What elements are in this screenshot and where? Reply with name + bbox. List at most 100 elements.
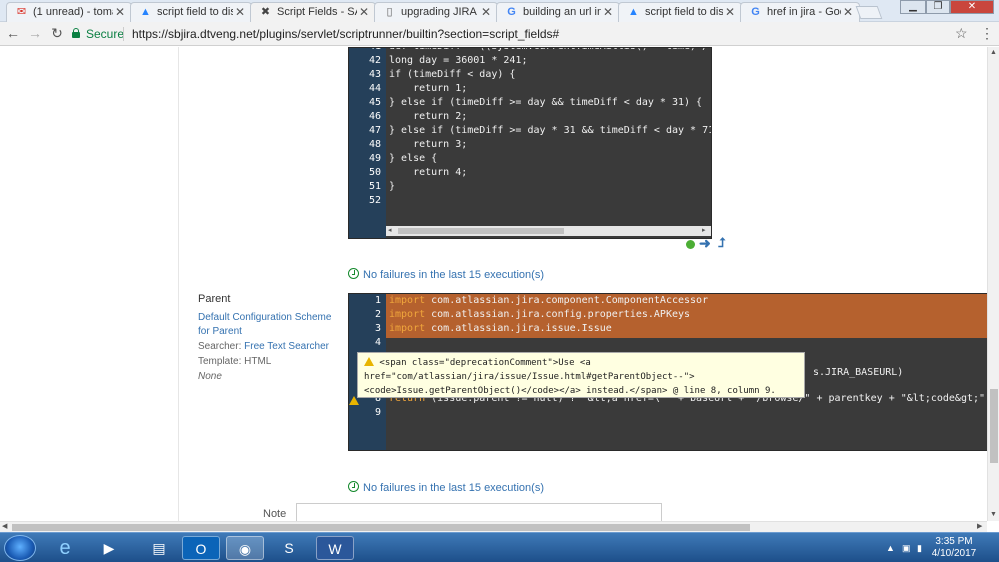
line-number: 9 <box>374 407 381 418</box>
code-keyword: import <box>389 309 426 320</box>
field-name: Parent <box>198 293 231 305</box>
bookmark-star-icon[interactable]: ☆ <box>955 25 968 42</box>
code-line: } else if (timeDiff >= day && timeDiff <… <box>389 97 703 108</box>
page-horizontal-scrollbar[interactable]: ◀ ▶ <box>0 521 987 532</box>
tray-arrow-icon[interactable]: ▲ <box>886 543 895 553</box>
page-vertical-scrollbar[interactable]: ▲ ▼ <box>987 47 999 521</box>
code-line: def timeDiff = ((System.currentTimeMilli… <box>389 48 711 52</box>
close-icon[interactable]: ✕ <box>359 6 369 19</box>
file-explorer-icon[interactable]: ▤ <box>140 536 178 560</box>
new-tab-button[interactable] <box>855 6 883 19</box>
none-label: None <box>198 371 222 382</box>
line-number: 1 <box>374 295 381 306</box>
tab-script-fields-active[interactable]: ✖ Script Fields - SAND ✕ <box>250 2 376 23</box>
code-line: import com.atlassian.jira.config.propert… <box>389 309 690 320</box>
code-line: } else if (timeDiff >= day * 31 && timeD… <box>389 125 712 136</box>
line-number: 48 <box>368 139 381 150</box>
deprecation-tooltip: <span class="deprecationComment">Use <a … <box>357 352 805 398</box>
line-number: 43 <box>368 69 381 80</box>
tab-upgrading-jira[interactable]: ▯ upgrading JIRA Dat ✕ <box>374 2 498 22</box>
close-icon[interactable]: ✕ <box>843 6 853 19</box>
code-text: com.atlassian.jira.config.properties.APK… <box>425 309 691 320</box>
close-icon[interactable]: ✕ <box>725 6 735 19</box>
media-player-icon[interactable]: ▶ <box>90 536 128 560</box>
line-number: 46 <box>368 111 381 122</box>
scroll-thumb[interactable] <box>990 389 998 463</box>
code-keyword: import <box>389 323 426 334</box>
status-dot-icon <box>686 240 695 249</box>
scroll-down-icon[interactable]: ▼ <box>990 511 997 518</box>
internet-explorer-icon[interactable]: e <box>46 536 84 560</box>
clock[interactable]: 3:35 PM 4/10/2017 <box>926 536 982 560</box>
line-number: 52 <box>368 195 381 206</box>
secure-indicator[interactable]: Secure <box>72 27 124 41</box>
reload-icon[interactable]: ↻ <box>48 25 66 42</box>
configuration-scheme-link[interactable]: Default Configuration Scheme for Parent <box>198 311 338 339</box>
address-bar: ← → ↻ Secure https://sbjira.dtveng.net/p… <box>0 22 999 46</box>
skype-icon[interactable]: S <box>270 536 308 560</box>
note-field[interactable] <box>296 503 662 521</box>
execution-status: No failures in the last 15 execution(s) <box>348 268 544 281</box>
line-number: 50 <box>368 167 381 178</box>
tab-gmail[interactable]: ✉ (1 unread) - tomas_ ✕ <box>6 2 132 22</box>
document-icon: ▯ <box>386 6 393 18</box>
line-number: 2 <box>374 309 381 320</box>
line-number: 44 <box>368 83 381 94</box>
menu-icon[interactable]: ⋮ <box>980 25 994 42</box>
editor-horizontal-scrollbar[interactable]: ◂ ▸ <box>386 226 711 236</box>
start-button[interactable] <box>4 535 36 561</box>
tab-script-field-1[interactable]: ▲ script field to displa ✕ <box>130 2 252 22</box>
divider <box>123 27 124 41</box>
scriptrunner-icon: ✖ <box>260 6 271 18</box>
execution-status: No failures in the last 15 execution(s) <box>348 481 544 494</box>
network-icon[interactable]: ▮ <box>917 543 922 554</box>
line-number: 41 <box>349 48 381 52</box>
close-icon[interactable]: ✕ <box>235 6 245 19</box>
line-number: 4 <box>374 337 381 348</box>
code-editor-1[interactable]: 41 def timeDiff = ((System.currentTimeMil… <box>348 47 712 239</box>
code-line: } else { <box>389 153 438 164</box>
scroll-right-icon[interactable]: ▶ <box>977 522 982 530</box>
lock-icon <box>72 28 80 38</box>
code-line: return 2; <box>389 111 468 122</box>
tab-script-field-2[interactable]: ▲ script field to displa ✕ <box>618 2 742 22</box>
chrome-icon[interactable]: ◉ <box>226 536 264 560</box>
browser-tab-bar: ✉ (1 unread) - tomas_ ✕ ▲ script field t… <box>0 0 999 23</box>
tray-app-icon[interactable]: ▣ <box>902 543 911 554</box>
close-icon[interactable]: ✕ <box>481 6 491 19</box>
forward-icon[interactable]: → <box>26 25 44 41</box>
atlassian-icon: ▲ <box>628 6 639 18</box>
code-fragment: s.JIRA_BASEURL) <box>813 367 904 378</box>
url-input[interactable]: https://sbjira.dtveng.net/plugins/servle… <box>132 27 559 41</box>
word-icon[interactable]: W <box>316 536 354 560</box>
code-line: return 4; <box>389 167 468 178</box>
scroll-thumb[interactable] <box>398 228 564 234</box>
line-number: 45 <box>368 97 381 108</box>
template-info: Template: HTML <box>198 356 272 367</box>
close-window-button[interactable]: ✕ <box>950 0 994 14</box>
searcher-link[interactable]: Free Text Searcher <box>244 341 329 352</box>
code-line: long day = 36001 * 241; <box>389 55 528 66</box>
close-icon[interactable]: ✕ <box>115 6 125 19</box>
code-line: return 3; <box>389 139 468 150</box>
outlook-icon[interactable]: O <box>182 536 220 560</box>
minimize-button[interactable]: ▁ <box>900 0 926 14</box>
check-circle-icon <box>348 268 359 279</box>
back-icon[interactable]: ← <box>4 25 22 41</box>
searcher-info: Searcher: Free Text Searcher <box>198 341 329 352</box>
code-keyword: import <box>389 295 426 306</box>
gmail-icon: ✉ <box>16 6 27 18</box>
google-icon: G <box>507 6 516 18</box>
maximize-button[interactable]: ❐ <box>926 0 950 14</box>
scroll-thumb[interactable] <box>12 524 750 531</box>
line-number: 3 <box>374 323 381 334</box>
tab-building-url[interactable]: G building an url in sc ✕ <box>496 2 620 22</box>
tab-href-in-jira[interactable]: G href in jira - Google ✕ <box>740 2 860 22</box>
code-line: return 1; <box>389 83 468 94</box>
arrow-up-icon[interactable]: ⮥ <box>718 235 726 251</box>
close-icon[interactable]: ✕ <box>603 6 613 19</box>
check-circle-icon <box>348 481 359 492</box>
scroll-up-icon[interactable]: ▲ <box>990 49 997 56</box>
arrow-right-icon[interactable]: ➜ <box>699 235 711 252</box>
scroll-left-icon[interactable]: ◀ <box>2 522 7 530</box>
